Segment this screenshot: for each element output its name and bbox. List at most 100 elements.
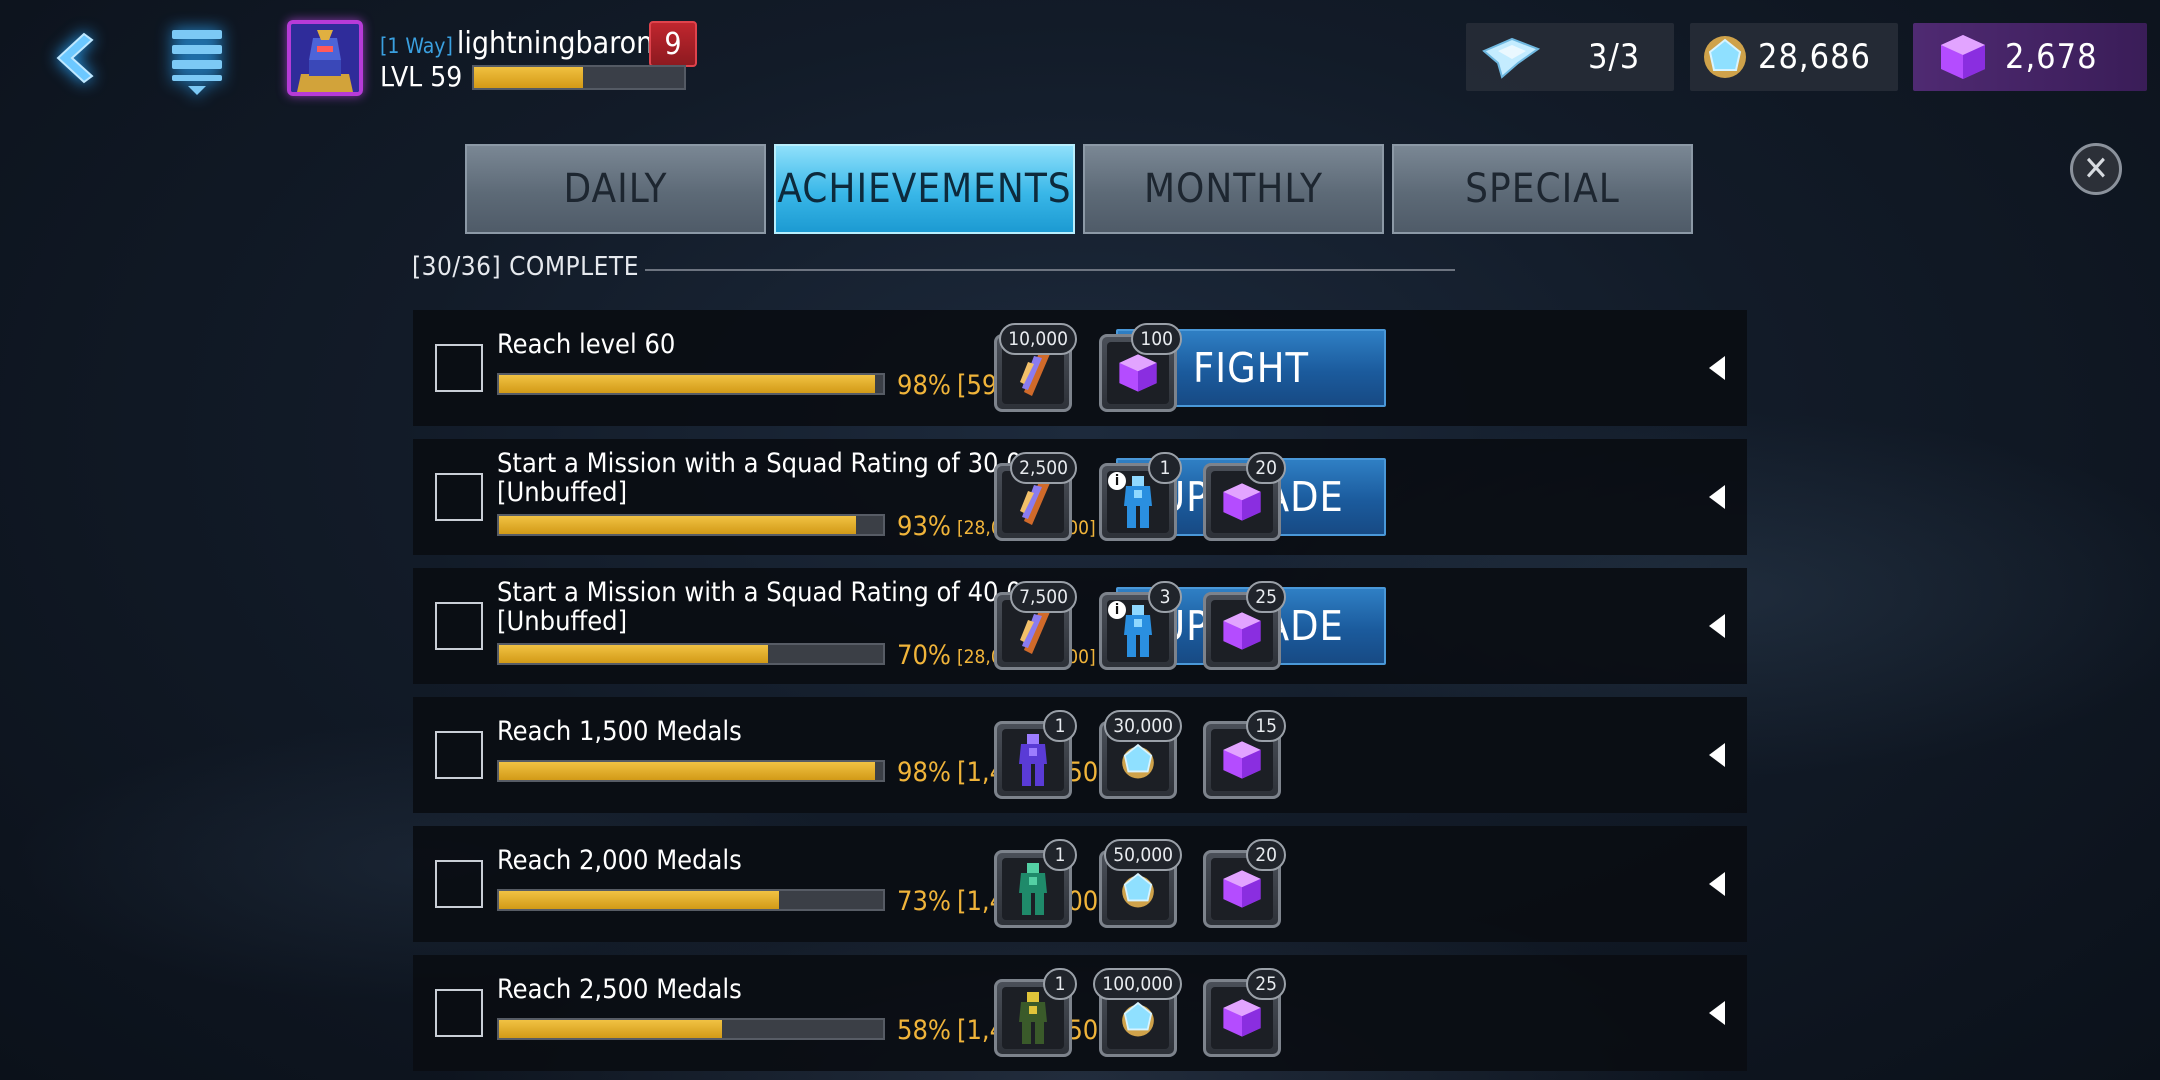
reward-item[interactable]: 20 xyxy=(1203,452,1286,541)
reward-item[interactable]: 25 xyxy=(1203,968,1286,1057)
reward-count: 100,000 xyxy=(1093,968,1182,1000)
reward-item[interactable]: 1 xyxy=(994,968,1077,1057)
tab-achievements[interactable]: ACHIEVEMENTS xyxy=(774,144,1075,234)
achievement-progress-bar xyxy=(497,1018,885,1040)
divider xyxy=(645,269,1455,271)
energy-counter[interactable]: 3/3 xyxy=(1466,23,1674,91)
achievement-progress-bar xyxy=(497,514,885,536)
achievement-checkbox[interactable] xyxy=(435,860,483,908)
expand-arrow-icon[interactable] xyxy=(1709,614,1725,638)
reward-count: 25 xyxy=(1246,968,1286,1000)
achievement-checkbox[interactable] xyxy=(435,731,483,779)
achievement-progress-bar xyxy=(497,643,885,665)
menu-button[interactable] xyxy=(162,24,232,98)
tab-daily[interactable]: DAILY xyxy=(465,144,766,234)
reward-count: 10,000 xyxy=(999,323,1077,355)
energy-value: 3/3 xyxy=(1588,37,1641,77)
reward-item[interactable]: 7,500 xyxy=(994,581,1077,670)
achievement-checkbox[interactable] xyxy=(435,989,483,1037)
tab-monthly[interactable]: MONTHLY xyxy=(1083,144,1384,234)
chevron-left-icon xyxy=(56,32,94,84)
achievement-title: Reach level 60 xyxy=(497,329,676,360)
reward-count: 100 xyxy=(1131,323,1182,355)
achievement-percent: 98% xyxy=(897,757,951,788)
expand-arrow-icon[interactable] xyxy=(1709,743,1725,767)
achievement-title: Start a Mission with a Squad Rating of 4… xyxy=(497,577,1053,637)
achievement-checkbox[interactable] xyxy=(435,344,483,392)
achievement-progress-fill xyxy=(499,891,780,909)
achievement-progress-fill xyxy=(499,645,768,663)
reward-count: 1 xyxy=(1043,839,1077,871)
reward-count: 2,500 xyxy=(1010,452,1077,484)
reward-item[interactable]: 30,000 xyxy=(1099,710,1182,799)
achievement-row: Reach 2,500 Medals58%[1,473/2,500]1100,0… xyxy=(413,955,1747,1071)
purple-cube-icon xyxy=(1941,35,1985,79)
reward-item[interactable]: 2,500 xyxy=(994,452,1077,541)
expand-arrow-icon[interactable] xyxy=(1709,1001,1725,1025)
achievement-checkbox[interactable] xyxy=(435,473,483,521)
achievement-percent: 70% xyxy=(897,640,951,671)
reward-count: 1 xyxy=(1043,968,1077,1000)
reward-count: 20 xyxy=(1246,839,1286,871)
reward-item[interactable]: 1 xyxy=(994,839,1077,928)
achievement-checkbox[interactable] xyxy=(435,602,483,650)
energy-crystal-icon xyxy=(1482,37,1541,79)
back-button[interactable] xyxy=(38,24,106,92)
robot-portrait-icon xyxy=(291,24,359,92)
avatar[interactable] xyxy=(287,20,363,96)
credits-icon xyxy=(1704,36,1746,78)
tab-special[interactable]: SPECIAL xyxy=(1392,144,1693,234)
achievement-title: Start a Mission with a Squad Rating of 3… xyxy=(497,448,1053,508)
reward-item[interactable]: 50,000 xyxy=(1099,839,1182,928)
level-label: LVL 59 xyxy=(380,60,463,93)
achievement-progress-fill xyxy=(499,375,876,393)
reward-item[interactable]: 20 xyxy=(1203,839,1286,928)
achievement-progress-bar xyxy=(497,760,885,782)
reward-count: 25 xyxy=(1246,581,1286,613)
close-button[interactable]: ✕ xyxy=(2070,143,2122,195)
reward-item[interactable]: 100,000 xyxy=(1093,968,1182,1057)
expand-arrow-icon[interactable] xyxy=(1709,356,1725,380)
achievement-row: Start a Mission with a Squad Rating of 4… xyxy=(413,568,1747,684)
achievement-title: Reach 2,500 Medals xyxy=(497,974,742,1005)
reward-count: 50,000 xyxy=(1104,839,1182,871)
achievement-title: Reach 1,500 Medals xyxy=(497,716,742,747)
achievement-progress-fill xyxy=(499,762,876,780)
reward-item[interactable]: 10,000 xyxy=(994,323,1077,412)
achievement-percent: 98% xyxy=(897,370,951,401)
achievement-title: Reach 2,000 Medals xyxy=(497,845,742,876)
reward-item[interactable]: 15 xyxy=(1203,710,1286,799)
player-name: lightningbaron xyxy=(456,26,654,61)
reward-item[interactable]: i1 xyxy=(1099,452,1182,541)
reward-count: 1 xyxy=(1148,452,1182,484)
guild-tag: [1 Way] xyxy=(380,34,453,58)
xp-bar-fill xyxy=(474,67,584,88)
achievement-progress-fill xyxy=(499,1020,722,1038)
achievement-percent: 93% xyxy=(897,511,951,542)
credits-counter[interactable]: 28,686 xyxy=(1690,23,1898,91)
menu-icon xyxy=(172,30,222,95)
expand-arrow-icon[interactable] xyxy=(1709,485,1725,509)
crystals-value: 2,678 xyxy=(2005,37,2098,77)
reward-item[interactable]: 25 xyxy=(1203,581,1286,670)
expand-arrow-icon[interactable] xyxy=(1709,872,1725,896)
vip-badge[interactable]: 9 xyxy=(649,21,697,67)
achievement-progress-fill xyxy=(499,516,857,534)
achievement-percent: 73% xyxy=(897,886,951,917)
crystals-counter[interactable]: 2,678 xyxy=(1913,23,2147,91)
reward-count: 7,500 xyxy=(1010,581,1077,613)
reward-item[interactable]: 100 xyxy=(1099,323,1182,412)
reward-count: 1 xyxy=(1043,710,1077,742)
reward-item[interactable]: i3 xyxy=(1099,581,1182,670)
achievement-row: Reach 1,500 Medals98%[1,473/1,500]130,00… xyxy=(413,697,1747,813)
reward-count: 30,000 xyxy=(1104,710,1182,742)
info-icon[interactable]: i xyxy=(1108,472,1126,490)
info-icon[interactable]: i xyxy=(1108,601,1126,619)
xp-bar xyxy=(472,65,686,90)
achievement-row: Reach 2,000 Medals73%[1,473/2,000]150,00… xyxy=(413,826,1747,942)
achievement-row: Reach level 6098%[59/60]FIGHT10,000100 xyxy=(413,310,1747,426)
reward-item[interactable]: 1 xyxy=(994,710,1077,799)
completion-summary: [30/36] COMPLETE xyxy=(412,252,639,282)
close-icon: ✕ xyxy=(2083,149,2109,189)
reward-count: 3 xyxy=(1148,581,1182,613)
